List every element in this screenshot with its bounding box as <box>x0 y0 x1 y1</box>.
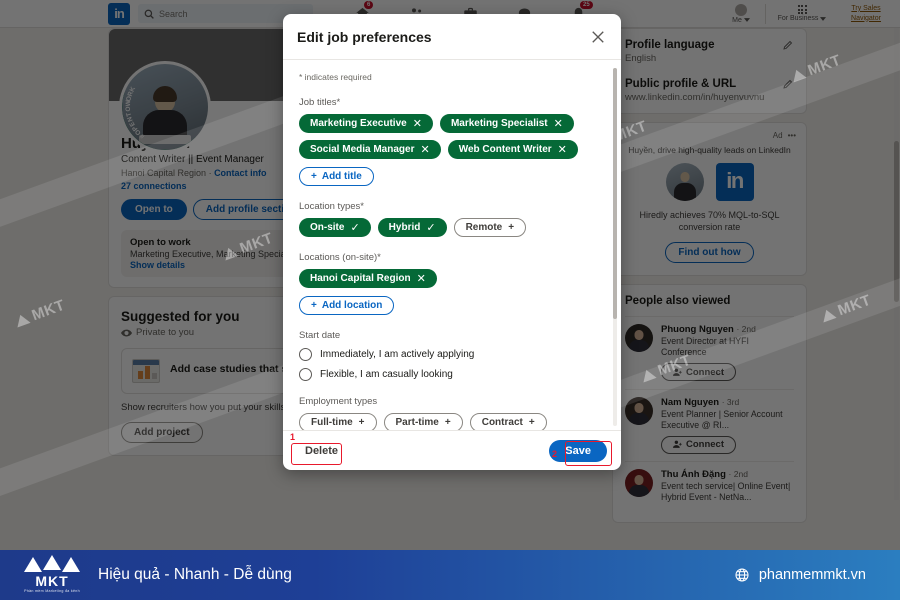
mkt-logo-subtext: Phần mềm Marketing đa kênh <box>24 589 80 593</box>
bottom-banner: MKT Phần mềm Marketing đa kênh Hiệu quả … <box>0 550 900 600</box>
plus-icon: + <box>508 222 515 233</box>
required-note: * indicates required <box>299 72 372 82</box>
employment-type-chip-part-time[interactable]: Part-time + <box>383 413 463 430</box>
chip-label: Part-time <box>395 417 439 428</box>
radio-button[interactable] <box>299 368 312 381</box>
employment-types-label: Employment types <box>299 396 378 407</box>
modal-scrollbar-thumb[interactable] <box>613 68 617 319</box>
check-icon: ✓ <box>350 221 360 234</box>
location-type-chip-remote[interactable]: Remote + <box>453 218 527 237</box>
plus-icon: + <box>311 171 317 182</box>
delete-button[interactable]: Delete <box>297 440 347 461</box>
chip-label: Remote <box>465 222 503 233</box>
job-titles-label: Job titles* <box>299 97 341 108</box>
modal-header: Edit job preferences <box>283 14 621 60</box>
chip-label: Hanoi Capital Region <box>310 273 411 284</box>
employment-type-chip-contract[interactable]: Contract + <box>469 413 547 430</box>
job-title-chip[interactable]: Web Content Writer ✕ <box>447 140 578 159</box>
locations-chip-group: Hanoi Capital Region ✕ <box>299 269 605 288</box>
remove-chip-icon[interactable]: ✕ <box>554 118 563 129</box>
plus-icon: + <box>358 417 365 428</box>
remove-chip-icon[interactable]: ✕ <box>413 118 422 129</box>
chip-label: Hybrid <box>388 222 421 233</box>
employment-types-chip-group: Full-time + Part-time + Contract + <box>299 413 605 430</box>
start-date-option-immediately[interactable]: Immediately, I am actively applying <box>299 348 605 361</box>
radio-button[interactable] <box>299 348 312 361</box>
globe-icon <box>735 568 749 582</box>
employment-type-chip-full-time[interactable]: Full-time + <box>299 413 377 430</box>
plus-icon: + <box>444 417 451 428</box>
locations-label: Locations (on-site)* <box>299 252 381 263</box>
job-title-chip[interactable]: Marketing Specialist ✕ <box>439 114 574 133</box>
remove-chip-icon[interactable]: ✕ <box>558 144 567 155</box>
add-title-label: Add title <box>321 171 362 182</box>
mkt-logo-mark-icon <box>24 555 80 572</box>
mkt-logo-text: MKT <box>35 573 69 589</box>
start-date-label: Start date <box>299 330 341 341</box>
chip-label: Social Media Manager <box>310 144 415 155</box>
radio-label: Immediately, I am actively applying <box>320 349 475 360</box>
chip-label: Full-time <box>311 417 353 428</box>
location-types-label: Location types* <box>299 201 364 212</box>
modal-footer: Delete Save <box>283 430 621 470</box>
banner-slogan: Hiệu quả - Nhanh - Dễ dùng <box>98 566 292 583</box>
save-button[interactable]: Save <box>549 439 607 462</box>
add-location-label: Add location <box>321 300 383 311</box>
modal-body: * indicates required Job titles* Marketi… <box>283 60 621 430</box>
mkt-logo: MKT Phần mềm Marketing đa kênh <box>24 555 80 593</box>
chip-label: On-site <box>310 222 345 233</box>
plus-icon: + <box>311 300 317 311</box>
job-title-chip[interactable]: Social Media Manager ✕ <box>299 140 441 159</box>
location-type-chip-hybrid[interactable]: Hybrid ✓ <box>377 218 447 237</box>
banner-url-group: phanmemmkt.vn <box>734 567 866 583</box>
location-type-chip-on-site[interactable]: On-site ✓ <box>299 218 371 237</box>
chip-label: Marketing Executive <box>310 118 407 129</box>
location-types-chip-group: On-site ✓ Hybrid ✓ Remote + <box>299 218 605 237</box>
delete-annotation-number: 1 <box>290 432 296 442</box>
edit-job-preferences-modal: Edit job preferences * indicates require… <box>283 14 621 470</box>
location-chip[interactable]: Hanoi Capital Region ✕ <box>299 269 437 288</box>
radio-label: Flexible, I am casually looking <box>320 369 453 380</box>
remove-chip-icon[interactable]: ✕ <box>417 273 426 284</box>
plus-icon: + <box>528 417 535 428</box>
start-date-option-flexible[interactable]: Flexible, I am casually looking <box>299 368 605 381</box>
chip-label: Web Content Writer <box>458 144 552 155</box>
modal-title: Edit job preferences <box>297 28 432 45</box>
job-titles-chip-group: Marketing Executive ✕ Marketing Specialis… <box>299 114 605 159</box>
screenshot-root: in Search 6 <box>0 0 900 600</box>
modal-scrollbar[interactable] <box>613 68 617 426</box>
save-annotation-number: 2 <box>552 449 558 459</box>
add-title-button[interactable]: + Add title <box>299 167 374 186</box>
banner-url: phanmemmkt.vn <box>758 567 866 583</box>
remove-chip-icon[interactable]: ✕ <box>420 144 429 155</box>
check-icon: ✓ <box>426 221 436 234</box>
job-title-chip[interactable]: Marketing Executive ✕ <box>299 114 433 133</box>
add-location-button[interactable]: + Add location <box>299 296 395 315</box>
chip-label: Marketing Specialist <box>450 118 548 129</box>
chip-label: Contract <box>481 417 523 428</box>
close-icon[interactable] <box>589 28 607 46</box>
